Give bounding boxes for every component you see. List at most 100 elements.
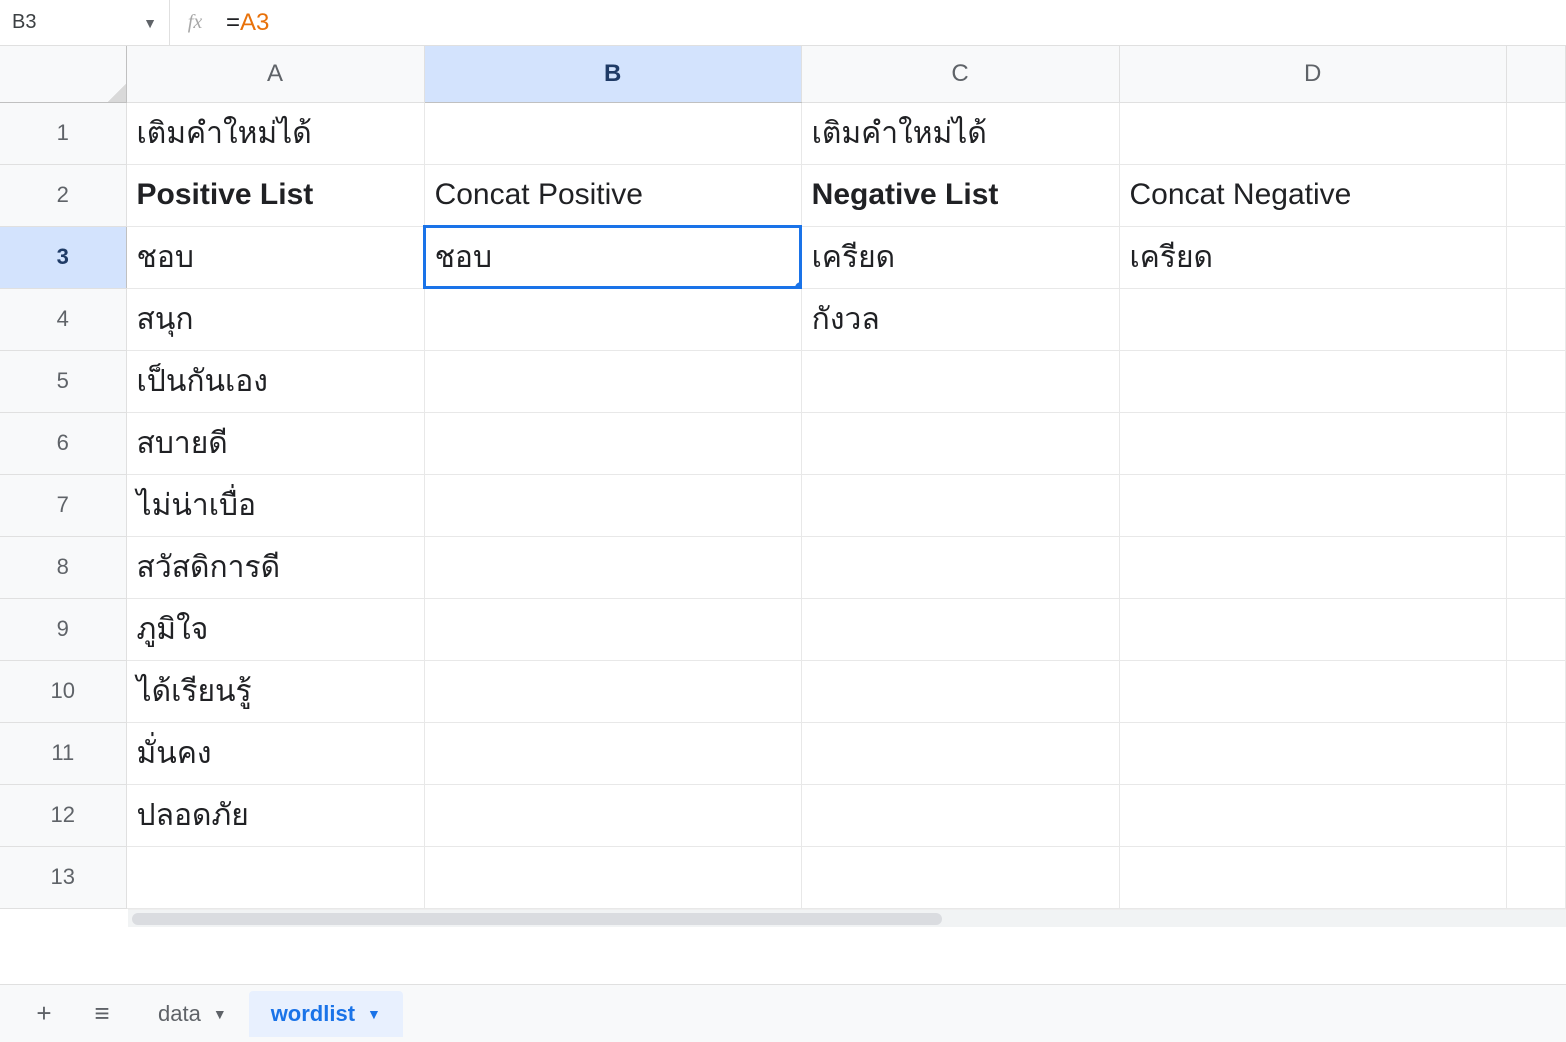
cell-E6[interactable] [1506,412,1565,474]
row-header-7[interactable]: 7 [0,474,126,536]
sheet-tab-label: wordlist [271,1001,355,1027]
cell-D8[interactable] [1119,536,1506,598]
cell-B13[interactable] [424,846,801,908]
cell-C5[interactable] [801,350,1119,412]
cell-E2[interactable] [1506,164,1565,226]
all-sheets-button[interactable]: ≡ [78,994,126,1034]
cell-B12[interactable] [424,784,801,846]
cell-B9[interactable] [424,598,801,660]
cell-D10[interactable] [1119,660,1506,722]
row-header-11[interactable]: 11 [0,722,126,784]
cell-B4[interactable] [424,288,801,350]
cell-A11[interactable]: มั่นคง [126,722,424,784]
cell-B6[interactable] [424,412,801,474]
row-header-5[interactable]: 5 [0,350,126,412]
cell-C13[interactable] [801,846,1119,908]
cell-A4[interactable]: สนุก [126,288,424,350]
row-header-1[interactable]: 1 [0,102,126,164]
cell-A7[interactable]: ไม่น่าเบื่อ [126,474,424,536]
menu-icon: ≡ [94,998,109,1029]
name-box-dropdown-icon[interactable]: ▼ [143,15,157,31]
spreadsheet-grid[interactable]: ABCD1เติมคำใหม่ได้เติมคำใหม่ได้2Positive… [0,46,1566,984]
column-header-E[interactable] [1506,46,1565,102]
cell-A6[interactable]: สบายดี [126,412,424,474]
cell-A8[interactable]: สวัสดิการดี [126,536,424,598]
cell-A9[interactable]: ภูมิใจ [126,598,424,660]
cell-C8[interactable] [801,536,1119,598]
cell-D3[interactable]: เครียด [1119,226,1506,288]
cell-C6[interactable] [801,412,1119,474]
cell-E12[interactable] [1506,784,1565,846]
plus-icon: + [36,998,51,1029]
row-header-2[interactable]: 2 [0,164,126,226]
cell-C2[interactable]: Negative List [801,164,1119,226]
cell-A10[interactable]: ได้เรียนรู้ [126,660,424,722]
cell-A3[interactable]: ชอบ [126,226,424,288]
sheet-tab-bar: + ≡ data▼ wordlist ▼ [0,984,1566,1042]
cell-A1[interactable]: เติมคำใหม่ได้ [126,102,424,164]
cell-C4[interactable]: กังวล [801,288,1119,350]
cell-E4[interactable] [1506,288,1565,350]
sheet-tab-wordlist[interactable]: wordlist ▼ [249,991,403,1037]
cell-E13[interactable] [1506,846,1565,908]
cell-C1[interactable]: เติมคำใหม่ได้ [801,102,1119,164]
cell-A13[interactable] [126,846,424,908]
formula-input[interactable]: =A3 [220,9,1566,37]
sheet-tab-data[interactable]: data▼ [136,991,249,1037]
chevron-down-icon[interactable]: ▼ [213,1006,227,1022]
column-header-B[interactable]: B [424,46,801,102]
cell-D11[interactable] [1119,722,1506,784]
cell-B2[interactable]: Concat Positive [424,164,801,226]
cell-C9[interactable] [801,598,1119,660]
cell-B3[interactable]: ชอบ [424,226,801,288]
cell-D12[interactable] [1119,784,1506,846]
row-header-12[interactable]: 12 [0,784,126,846]
cell-E5[interactable] [1506,350,1565,412]
select-all-corner[interactable] [0,46,126,102]
column-header-A[interactable]: A [126,46,424,102]
row-header-3[interactable]: 3 [0,226,126,288]
cell-B1[interactable] [424,102,801,164]
add-sheet-button[interactable]: + [20,994,68,1034]
chevron-down-icon[interactable]: ▼ [367,1006,381,1022]
cell-B5[interactable] [424,350,801,412]
cell-B11[interactable] [424,722,801,784]
cell-E3[interactable] [1506,226,1565,288]
cell-E7[interactable] [1506,474,1565,536]
cell-A5[interactable]: เป็นกันเอง [126,350,424,412]
cell-C3[interactable]: เครียด [801,226,1119,288]
cell-D13[interactable] [1119,846,1506,908]
cell-E1[interactable] [1506,102,1565,164]
cell-D7[interactable] [1119,474,1506,536]
cell-D2[interactable]: Concat Negative [1119,164,1506,226]
cell-D6[interactable] [1119,412,1506,474]
cell-D5[interactable] [1119,350,1506,412]
cell-A2[interactable]: Positive List [126,164,424,226]
cell-B8[interactable] [424,536,801,598]
cell-D4[interactable] [1119,288,1506,350]
row-header-10[interactable]: 10 [0,660,126,722]
cell-E8[interactable] [1506,536,1565,598]
cell-D9[interactable] [1119,598,1506,660]
cell-D1[interactable] [1119,102,1506,164]
horizontal-scrollbar[interactable] [128,909,1566,927]
cell-C7[interactable] [801,474,1119,536]
column-header-C[interactable]: C [801,46,1119,102]
row-header-8[interactable]: 8 [0,536,126,598]
name-box[interactable]: B3 ▼ [0,0,170,45]
scrollbar-thumb[interactable] [132,913,942,925]
row-header-6[interactable]: 6 [0,412,126,474]
column-header-D[interactable]: D [1119,46,1506,102]
cell-E10[interactable] [1506,660,1565,722]
cell-C10[interactable] [801,660,1119,722]
row-header-13[interactable]: 13 [0,846,126,908]
cell-E11[interactable] [1506,722,1565,784]
cell-E9[interactable] [1506,598,1565,660]
cell-C11[interactable] [801,722,1119,784]
row-header-9[interactable]: 9 [0,598,126,660]
cell-C12[interactable] [801,784,1119,846]
cell-A12[interactable]: ปลอดภัย [126,784,424,846]
cell-B10[interactable] [424,660,801,722]
cell-B7[interactable] [424,474,801,536]
row-header-4[interactable]: 4 [0,288,126,350]
